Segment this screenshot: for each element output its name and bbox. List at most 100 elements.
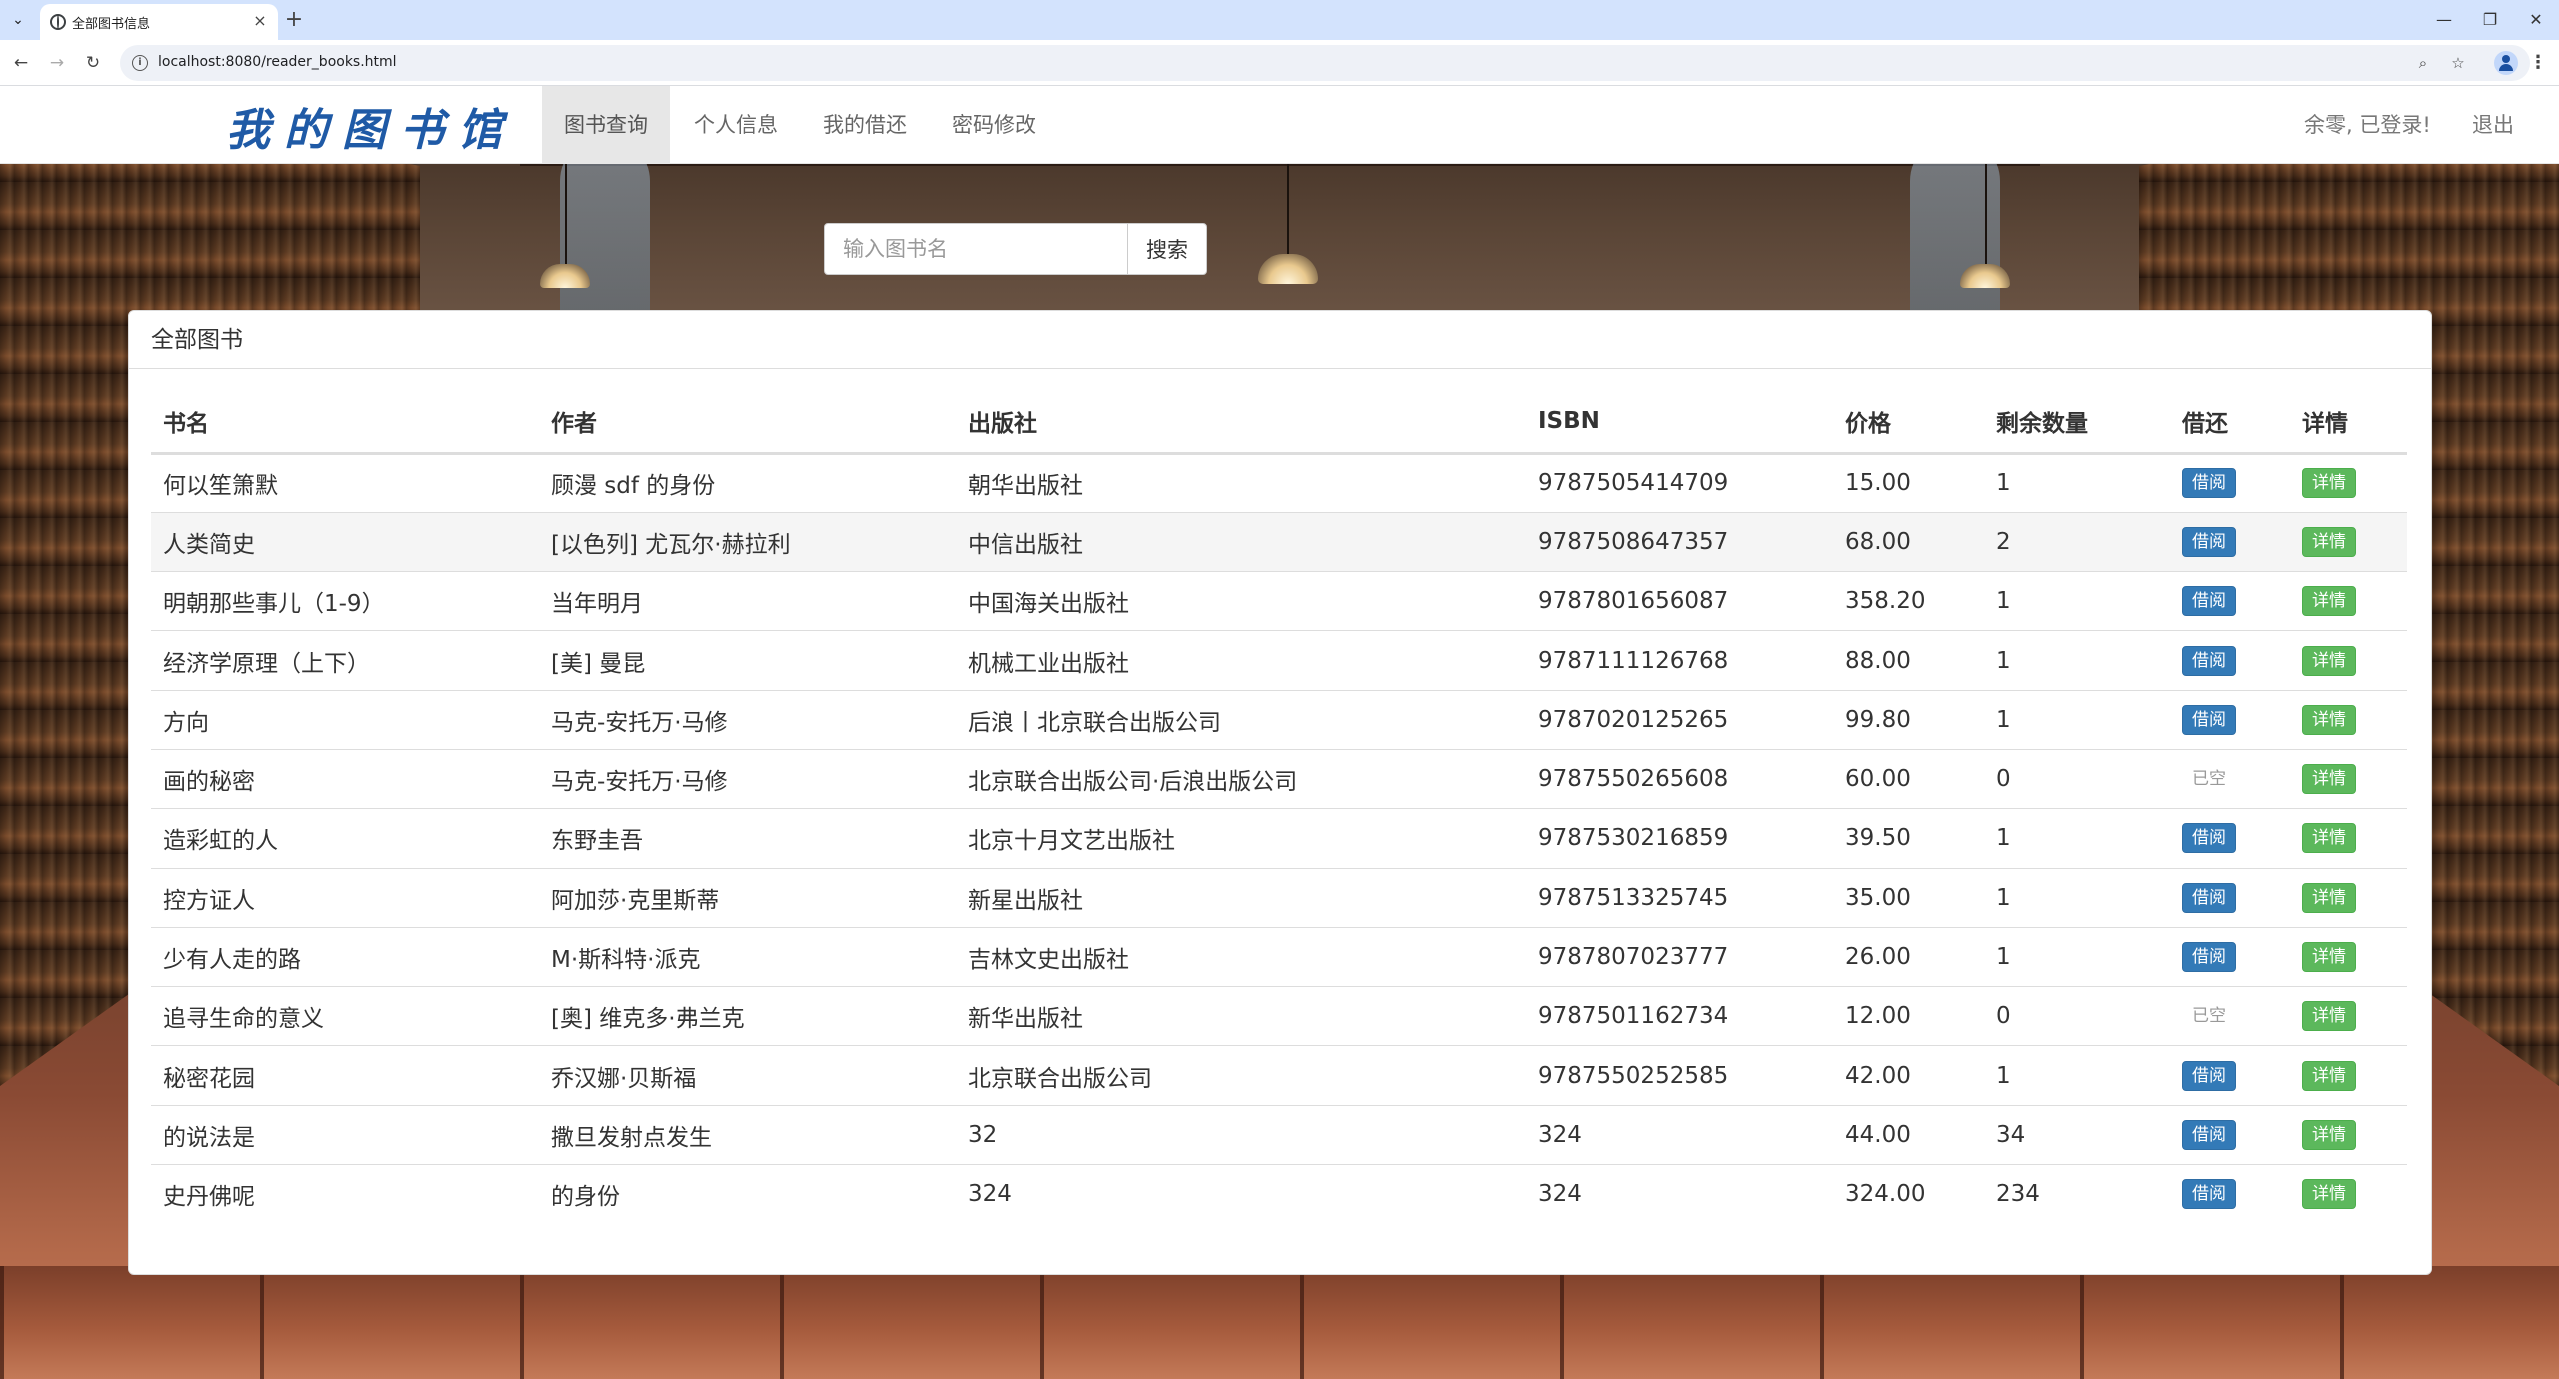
detail-button[interactable]: 详情	[2302, 526, 2356, 557]
borrow-button[interactable]: 借阅	[2182, 704, 2236, 735]
book-price-cell: 39.50	[1833, 808, 1984, 869]
book-publisher-cell: 新华出版社	[956, 986, 1526, 1046]
book-remaining-cell: 1	[1984, 630, 2170, 691]
detail-button[interactable]: 详情	[2302, 586, 2356, 617]
detail-cell: 详情	[2290, 689, 2407, 750]
borrow-button[interactable]: 借阅	[2182, 942, 2236, 973]
book-price-cell: 35.00	[1833, 867, 1984, 928]
book-title-cell: 史丹佛呢	[151, 1164, 539, 1224]
book-remaining-cell: 1	[1984, 1045, 2170, 1106]
browser-tab-strip: ⌄ 全部图书信息 × + — ❐ ✕	[0, 0, 2559, 40]
borrow-button[interactable]: 借阅	[2182, 823, 2236, 854]
borrow-button[interactable]: 借阅	[2182, 1060, 2236, 1091]
book-title-cell: 的说法是	[151, 1104, 539, 1165]
tab-search-chevron-icon[interactable]: ⌄	[6, 8, 30, 32]
close-window-button[interactable]: ✕	[2516, 6, 2556, 34]
borrow-cell: 借阅	[2170, 511, 2290, 572]
table-row: 控方证人 阿加莎·克里斯蒂 新星出版社 9787513325745 35.00 1 借阅 详情	[151, 867, 2407, 928]
borrow-button[interactable]: 借阅	[2182, 645, 2236, 676]
panel-title: 全部图书	[129, 311, 2431, 369]
back-arrow-icon[interactable]: ←	[8, 50, 34, 76]
borrow-cell: 已空	[2170, 986, 2290, 1046]
borrow-button[interactable]: 借阅	[2182, 526, 2236, 557]
detail-cell: 详情	[2290, 1164, 2407, 1224]
book-price-cell: 12.00	[1833, 986, 1984, 1046]
detail-button[interactable]: 详情	[2302, 468, 2356, 499]
zoom-icon[interactable]: ⌕	[2412, 52, 2434, 74]
nav-item-change-password[interactable]: 密码修改	[930, 86, 1058, 164]
book-isbn-cell: 9787111126768	[1526, 630, 1833, 691]
book-title-cell: 人类简史	[151, 511, 539, 572]
table-row: 秘密花园 乔汉娜·贝斯福 北京联合出版公司 9787550252585 42.00 1 借阅…	[151, 1045, 2407, 1106]
url-text[interactable]: localhost:8080/reader_books.html	[158, 54, 397, 70]
address-bar[interactable]: i localhost:8080/reader_books.html ⌕ ☆	[120, 45, 2530, 81]
logout-link[interactable]: 退出	[2472, 86, 2514, 164]
site-info-icon[interactable]: i	[132, 55, 148, 71]
reload-icon[interactable]: ↻	[80, 50, 106, 76]
nav-item-book-search[interactable]: 图书查询	[542, 86, 670, 164]
forward-arrow-icon[interactable]: →	[44, 50, 70, 76]
detail-cell: 详情	[2290, 1045, 2407, 1106]
book-title-cell: 少有人走的路	[151, 926, 539, 987]
browser-tab[interactable]: 全部图书信息 ×	[40, 4, 278, 40]
borrow-button[interactable]: 借阅	[2182, 1179, 2236, 1210]
borrow-button[interactable]: 借阅	[2182, 882, 2236, 913]
nav-item-personal-info[interactable]: 个人信息	[672, 86, 800, 164]
site-brand-logo[interactable]: 我的图书馆	[226, 94, 516, 158]
search-button[interactable]: 搜索	[1127, 223, 1207, 275]
book-title-cell: 何以笙箫默	[151, 452, 539, 513]
book-remaining-cell: 234	[1984, 1164, 2170, 1224]
detail-button[interactable]: 详情	[2302, 704, 2356, 735]
new-tab-button[interactable]: +	[282, 8, 306, 32]
table-header-row: 书名 作者 出版社 ISBN 价格 剩余数量 借还 详情	[151, 391, 2407, 455]
detail-button[interactable]: 详情	[2302, 1179, 2356, 1210]
borrow-button[interactable]: 借阅	[2182, 468, 2236, 499]
detail-button[interactable]: 详情	[2302, 942, 2356, 973]
nav-item-my-borrowing[interactable]: 我的借还	[801, 86, 929, 164]
column-header-author: 作者	[539, 391, 956, 455]
book-publisher-cell: 北京联合出版公司	[956, 1045, 1526, 1106]
book-price-cell: 26.00	[1833, 926, 1984, 987]
table-row: 造彩虹的人 东野圭吾 北京十月文艺出版社 9787530216859 39.50 1 借阅 详…	[151, 808, 2407, 869]
detail-button[interactable]: 详情	[2302, 823, 2356, 854]
table-row: 史丹佛呢 的身份 324 324 324.00 234 借阅 详情	[151, 1164, 2407, 1224]
book-isbn-cell: 324	[1526, 1104, 1833, 1165]
borrow-button[interactable]: 借阅	[2182, 586, 2236, 617]
detail-button[interactable]: 详情	[2302, 882, 2356, 913]
restore-button[interactable]: ❐	[2470, 6, 2510, 34]
table-row: 方向 马克-安托万·马修 后浪丨北京联合出版公司 9787020125265 99.80…	[151, 689, 2407, 750]
book-isbn-cell: 324	[1526, 1164, 1833, 1224]
tab-title: 全部图书信息	[72, 17, 151, 32]
book-author-cell: [以色列] 尤瓦尔·赫拉利	[539, 511, 956, 572]
browser-menu-icon[interactable]: ⋮	[2528, 50, 2548, 76]
minimize-button[interactable]: —	[2424, 6, 2464, 34]
bookmark-star-icon[interactable]: ☆	[2447, 52, 2469, 74]
book-isbn-cell: 9787513325745	[1526, 867, 1833, 928]
book-author-cell: 的身份	[539, 1164, 956, 1224]
wall-lamp	[540, 264, 590, 288]
all-books-panel: 全部图书 书名 作者 出版社 ISBN 价格 剩余数量 借还 详情 何以笙箫默顾…	[128, 310, 2432, 1275]
book-publisher-cell: 中国海关出版社	[956, 571, 1526, 631]
detail-button[interactable]: 详情	[2302, 1001, 2356, 1032]
column-header-title: 书名	[151, 391, 539, 455]
book-remaining-cell: 1	[1984, 452, 2170, 513]
table-row: 追寻生命的意义 [奥] 维克多·弗兰克 新华出版社 9787501162734 12.0…	[151, 986, 2407, 1046]
profile-avatar-icon[interactable]	[2494, 51, 2518, 75]
book-author-cell: 马克-安托万·马修	[539, 689, 956, 750]
out-of-stock-label: 已空	[2192, 769, 2226, 790]
detail-button[interactable]: 详情	[2302, 645, 2356, 676]
detail-button[interactable]: 详情	[2302, 1060, 2356, 1091]
book-search-input[interactable]	[824, 223, 1128, 275]
borrow-button[interactable]: 借阅	[2182, 1119, 2236, 1150]
detail-button[interactable]: 详情	[2302, 1119, 2356, 1150]
detail-button[interactable]: 详情	[2302, 764, 2356, 795]
book-price-cell: 99.80	[1833, 689, 1984, 750]
column-header-borrow: 借还	[2170, 391, 2290, 455]
table-row: 的说法是 撒旦发射点发生 32 324 44.00 34 借阅 详情	[151, 1104, 2407, 1165]
book-isbn-cell: 9787501162734	[1526, 986, 1833, 1046]
book-remaining-cell: 0	[1984, 748, 2170, 809]
borrow-cell: 借阅	[2170, 1104, 2290, 1165]
book-remaining-cell: 1	[1984, 926, 2170, 987]
tab-close-icon[interactable]: ×	[250, 11, 270, 31]
book-title-cell: 造彩虹的人	[151, 808, 539, 869]
